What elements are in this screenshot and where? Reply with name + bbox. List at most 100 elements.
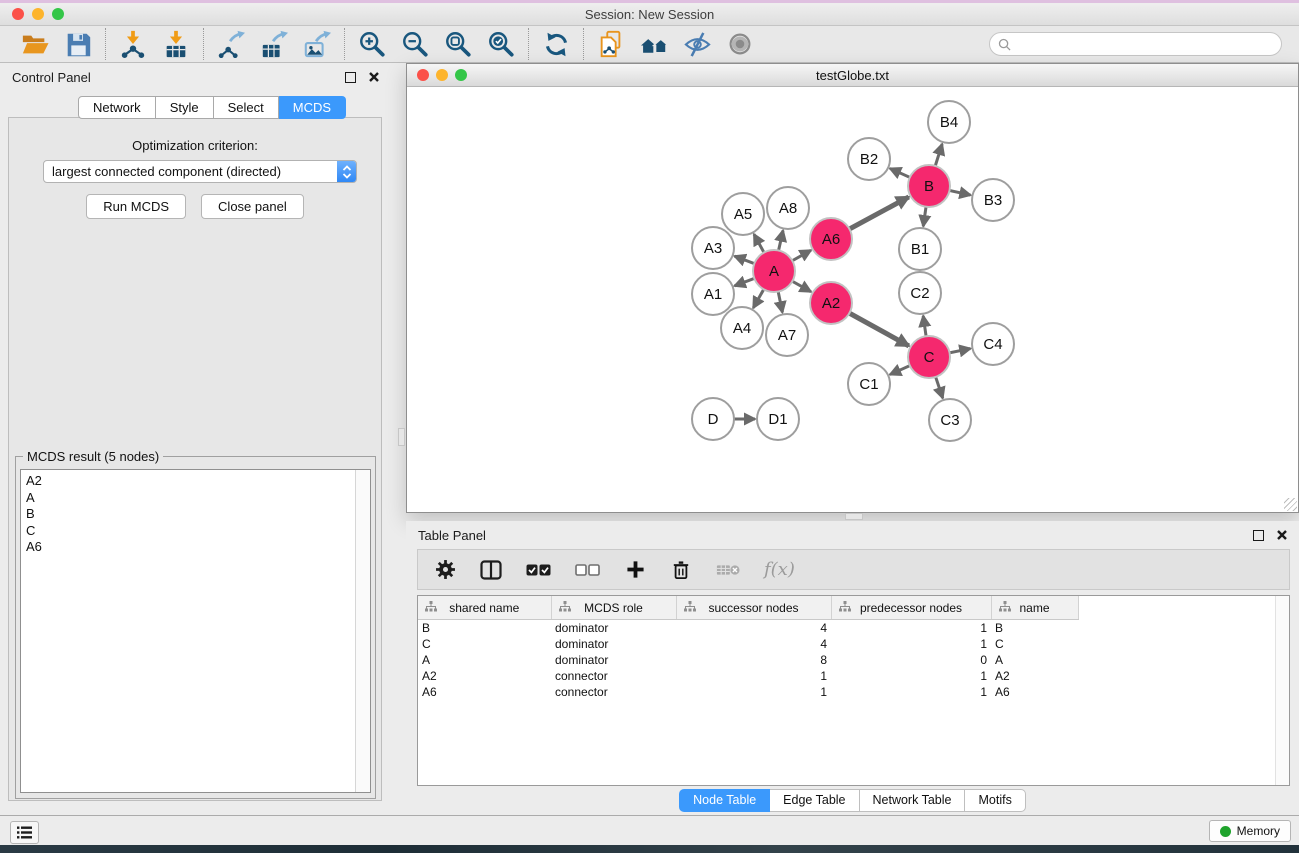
mcds-result-item[interactable]: B [26,506,365,523]
column-header-name[interactable]: name [991,596,1078,620]
run-mcds-button[interactable]: Run MCDS [86,194,186,219]
hide-selected-button[interactable] [682,29,712,59]
cell-predecessor-nodes[interactable]: 1 [831,636,991,652]
memory-button[interactable]: Memory [1209,820,1291,842]
cell-MCDS-role[interactable]: connector [551,668,676,684]
import-network-icon [119,30,147,58]
close-panel-icon[interactable] [1277,530,1287,540]
save-session-button[interactable] [63,29,93,59]
delete-table-button[interactable] [716,558,740,582]
cell-successor-nodes[interactable]: 4 [676,636,831,652]
export-image-button[interactable] [302,29,332,59]
graph-node-label: A3 [704,240,722,257]
tab-network-table[interactable]: Network Table [860,789,966,812]
zoom-in-button[interactable] [357,29,387,59]
mcds-result-item[interactable]: A2 [26,473,365,490]
mcds-result-item[interactable]: A [26,490,365,507]
network-canvas[interactable]: ABCA2A6A1A3A4A5A7A8B1B2B3B4C1C2C3C4DD1 [408,87,1297,511]
cell-predecessor-nodes[interactable]: 0 [831,652,991,668]
table-panel-title: Table Panel [418,528,486,543]
table-row[interactable]: A6connector11A6 [418,684,1289,700]
copy-network-icon [597,30,625,58]
close-panel-icon[interactable] [369,72,379,82]
tab-edge-table[interactable]: Edge Table [770,789,859,812]
open-file-button[interactable] [20,29,50,59]
table-scrollbar[interactable] [1275,596,1289,785]
cell-predecessor-nodes[interactable]: 1 [831,620,991,637]
task-history-button[interactable] [10,821,39,844]
import-table-button[interactable] [161,29,191,59]
import-table-icon [162,30,190,58]
table-settings-button[interactable] [434,558,456,582]
export-network-button[interactable] [216,29,246,59]
close-panel-button[interactable]: Close panel [201,194,304,219]
create-column-button[interactable] [624,558,646,582]
cell-predecessor-nodes[interactable]: 1 [831,668,991,684]
tab-select[interactable]: Select [214,96,279,119]
select-all-columns-button[interactable] [526,558,551,582]
cell-successor-nodes[interactable]: 4 [676,620,831,637]
tab-network[interactable]: Network [78,96,156,119]
cell-MCDS-role[interactable]: dominator [551,620,676,637]
mcds-result-item[interactable]: A6 [26,539,365,556]
cell-predecessor-nodes[interactable]: 1 [831,684,991,700]
vertical-splitter-grip[interactable] [398,428,405,446]
tab-motifs[interactable]: Motifs [965,789,1025,812]
tab-mcds[interactable]: MCDS [279,96,346,119]
cell-shared-name[interactable]: B [418,620,551,637]
horizontal-splitter-grip[interactable] [845,513,863,520]
zoom-out-button[interactable] [400,29,430,59]
column-header-MCDS-role[interactable]: MCDS role [551,596,676,620]
result-scrollbar[interactable] [355,470,370,792]
export-table-button[interactable] [259,29,289,59]
column-header-predecessor-nodes[interactable]: predecessor nodes [831,596,991,620]
cell-name[interactable]: A6 [991,684,1078,700]
new-network-from-selection-button[interactable] [596,29,626,59]
mcds-result-item[interactable]: C [26,523,365,540]
table-row[interactable]: Adominator80A [418,652,1289,668]
graph-node-label: A [769,263,779,280]
cell-name[interactable]: A2 [991,668,1078,684]
cell-successor-nodes[interactable]: 1 [676,684,831,700]
cell-successor-nodes[interactable]: 8 [676,652,831,668]
cell-shared-name[interactable]: A [418,652,551,668]
tab-node-table[interactable]: Node Table [679,789,770,812]
column-header-shared-name[interactable]: shared name [418,596,551,620]
zoom-selected-button[interactable] [486,29,516,59]
unselect-all-columns-button[interactable] [575,558,600,582]
apply-layout-button[interactable] [541,29,571,59]
column-header-successor-nodes[interactable]: successor nodes [676,596,831,620]
table-row[interactable]: A2connector11A2 [418,668,1289,684]
table-row[interactable]: Cdominator41C [418,636,1289,652]
float-panel-icon[interactable] [1253,530,1264,541]
mcds-result-list[interactable]: A2ABCA6 [20,469,371,793]
show-hidden-button[interactable] [725,29,755,59]
delete-column-button[interactable] [670,558,692,582]
float-panel-icon[interactable] [345,72,356,83]
checked-boxes-icon [526,564,551,576]
search-icon [998,38,1011,51]
table-row[interactable]: Bdominator41B [418,620,1289,637]
cell-name[interactable]: A [991,652,1078,668]
cell-shared-name[interactable]: A6 [418,684,551,700]
zoom-fit-button[interactable] [443,29,473,59]
search-box[interactable] [989,32,1282,56]
cell-name[interactable]: C [991,636,1078,652]
function-builder-button[interactable]: f(x) [764,558,795,582]
cell-MCDS-role[interactable]: connector [551,684,676,700]
search-input[interactable] [1016,36,1273,52]
mcds-result-title: MCDS result (5 nodes) [23,449,163,464]
criterion-select[interactable]: largest connected component (directed) [43,160,357,183]
tab-style[interactable]: Style [156,96,214,119]
show-column-panel-button[interactable] [480,558,502,582]
cell-MCDS-role[interactable]: dominator [551,636,676,652]
cell-successor-nodes[interactable]: 1 [676,668,831,684]
cell-MCDS-role[interactable]: dominator [551,652,676,668]
cell-shared-name[interactable]: A2 [418,668,551,684]
window-resize-grip[interactable] [1284,498,1297,511]
cell-name[interactable]: B [991,620,1078,637]
home-button[interactable] [639,29,669,59]
cell-shared-name[interactable]: C [418,636,551,652]
import-network-button[interactable] [118,29,148,59]
node-table[interactable]: shared nameMCDS rolesuccessor nodesprede… [417,595,1290,786]
